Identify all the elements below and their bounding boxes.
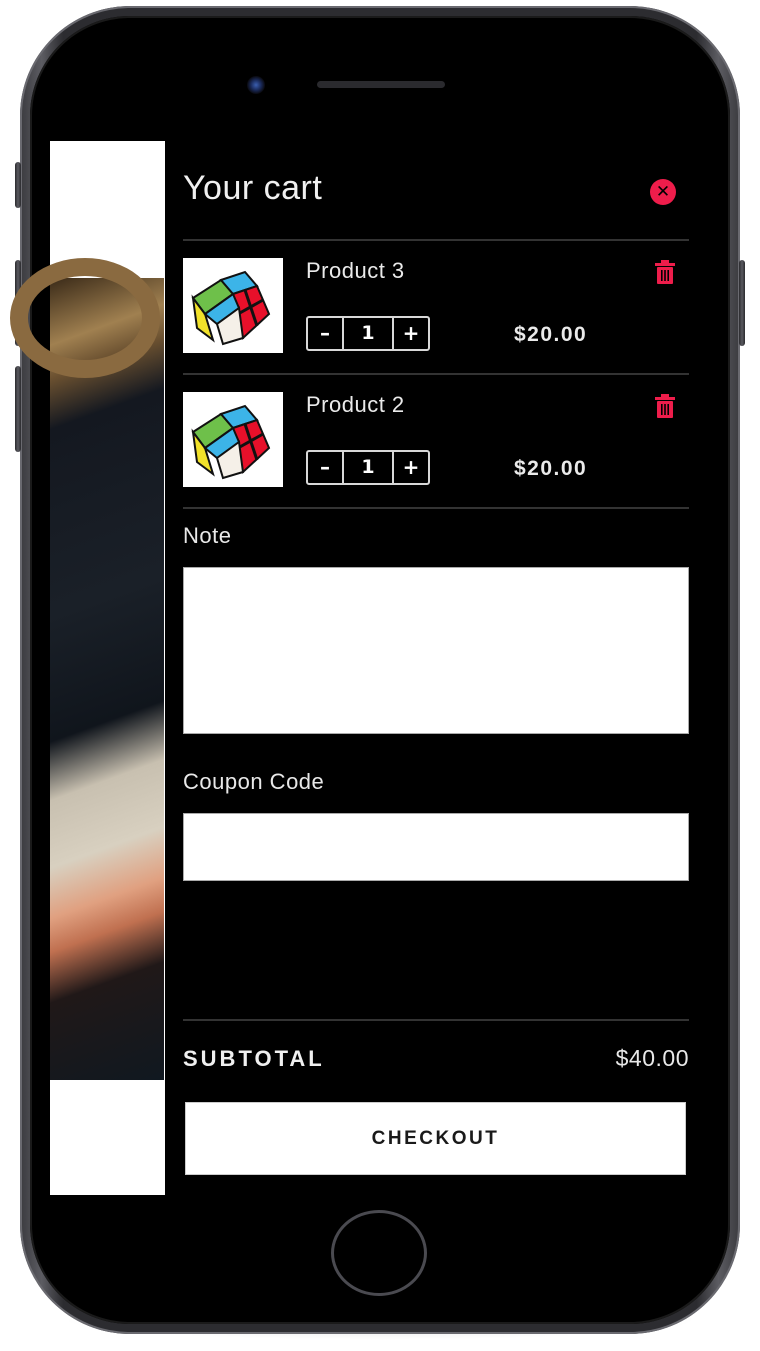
close-icon[interactable]: ✕ [650,179,676,205]
product-thumbnail[interactable] [183,258,283,353]
background-photo [10,258,164,1080]
quantity-value[interactable]: 1 [344,318,392,349]
mute-switch [15,162,21,208]
decrease-quantity-button[interactable]: – [308,452,344,483]
cart-title: Your cart [183,169,323,207]
trash-icon[interactable] [654,260,676,284]
coupon-label: Coupon Code [183,769,325,794]
increase-quantity-button[interactable]: + [392,318,428,349]
screen: Your cart ✕ Product 3 – 1 + $20.00 Produ… [10,141,718,1195]
home-button[interactable] [331,1210,427,1296]
background-page [10,141,165,1195]
volume-down-button [15,366,21,452]
product-thumbnail[interactable] [183,392,283,487]
checkout-button[interactable]: CHECKOUT [185,1102,686,1175]
divider [183,239,689,241]
trash-icon[interactable] [654,394,676,418]
divider [183,1019,689,1021]
front-camera [247,76,265,94]
quantity-value[interactable]: 1 [344,452,392,483]
subtotal-label: SUBTOTAL [183,1046,325,1071]
coupon-code-input[interactable] [183,813,689,881]
product-price: $20.00 [514,323,588,346]
note-textarea[interactable] [183,567,689,734]
subtotal-value: $40.00 [615,1045,689,1071]
product-price: $20.00 [514,457,588,480]
increase-quantity-button[interactable]: + [392,452,428,483]
rubiks-cube-icon [191,404,271,480]
power-button [739,260,745,346]
rubiks-cube-icon [191,270,271,346]
decrease-quantity-button[interactable]: – [308,318,344,349]
earpiece-speaker [317,81,445,88]
photo-ring-shape [10,258,160,378]
quantity-stepper: – 1 + [306,450,430,485]
divider [183,507,689,509]
cart-drawer: Your cart ✕ Product 3 – 1 + $20.00 Produ… [165,141,718,1195]
note-label: Note [183,523,232,548]
product-name[interactable]: Product 3 [306,258,405,284]
cart-item: Product 3 – 1 + $20.00 [183,258,689,358]
divider [183,373,689,375]
product-name[interactable]: Product 2 [306,392,405,418]
cart-item: Product 2 – 1 + $20.00 [183,392,689,492]
quantity-stepper: – 1 + [306,316,430,351]
